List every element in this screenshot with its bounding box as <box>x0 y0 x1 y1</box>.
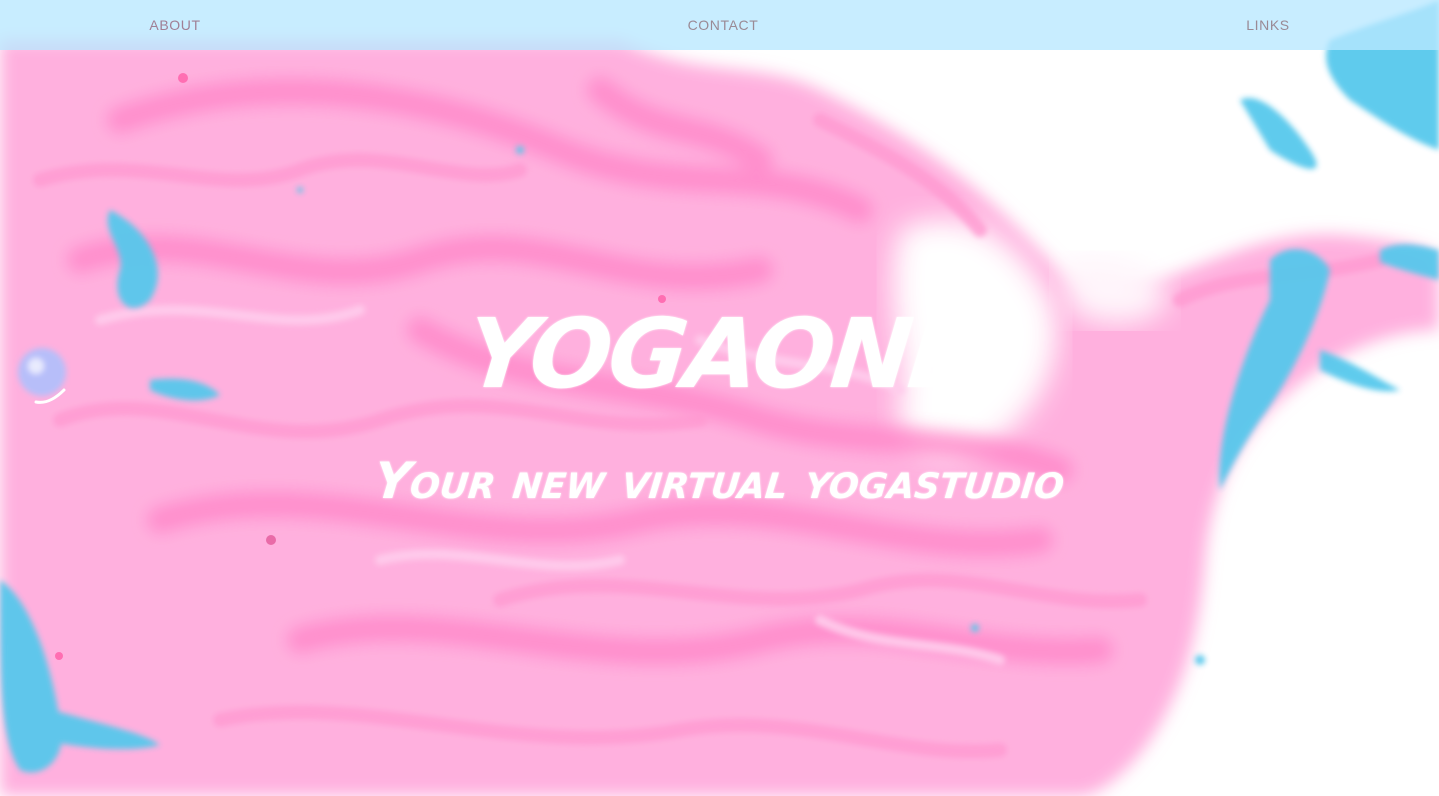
hero-background-marble <box>0 0 1439 796</box>
nav-link-links[interactable]: LINKS <box>1203 0 1333 50</box>
nav-link-about[interactable]: ABOUT <box>110 0 240 50</box>
nav-link-contact[interactable]: CONTACT <box>658 0 788 50</box>
top-navigation: ABOUT CONTACT LINKS <box>0 0 1439 50</box>
